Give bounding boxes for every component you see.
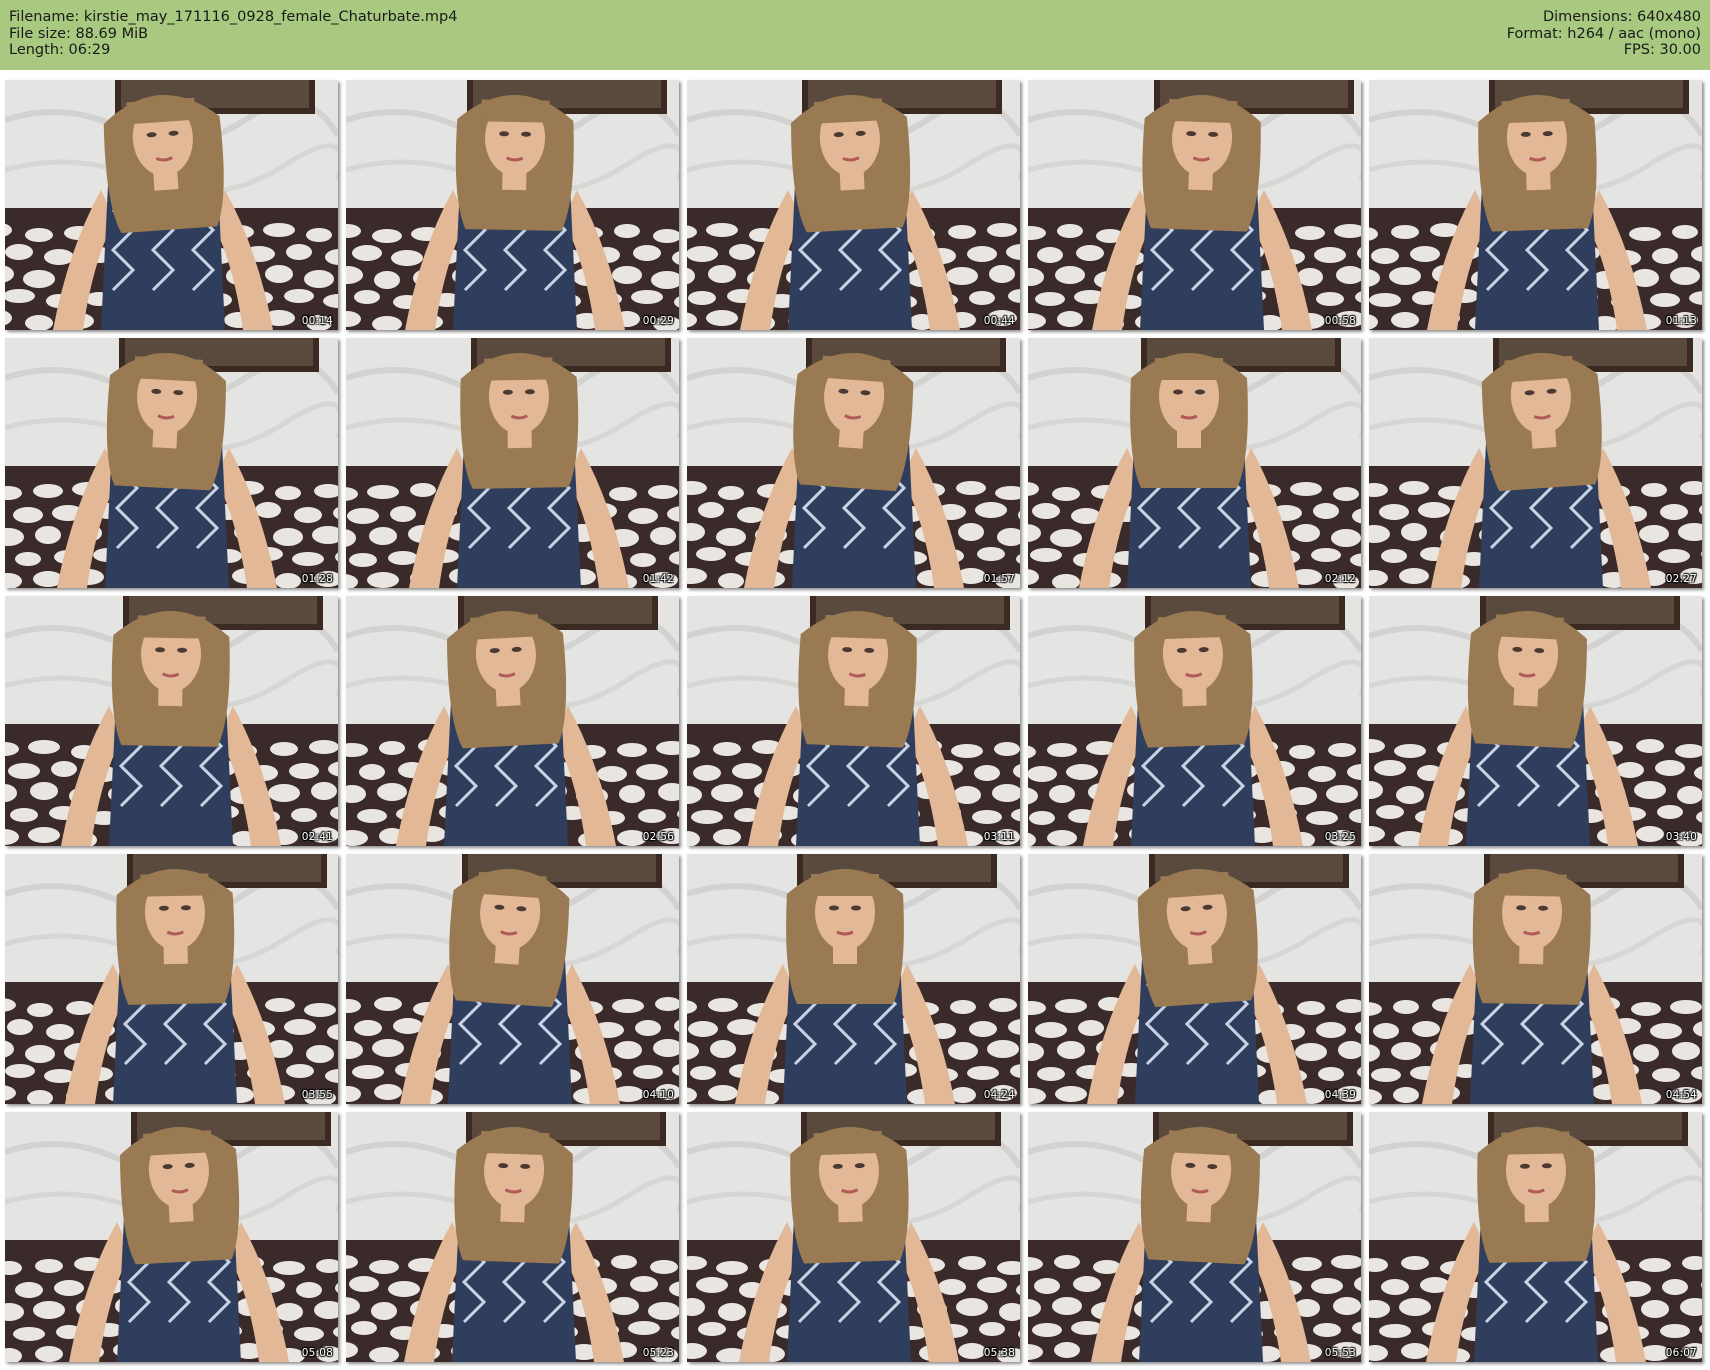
video-thumbnail[interactable]: 05:53 bbox=[1028, 1112, 1361, 1362]
thumbnail-frame-image bbox=[5, 80, 338, 330]
thumbnail-timestamp: 04:39 bbox=[1324, 1089, 1356, 1101]
thumbnail-timestamp: 05:38 bbox=[983, 1347, 1015, 1359]
video-thumbnail[interactable]: 01:28 bbox=[5, 338, 338, 588]
video-thumbnail[interactable]: 01:57 bbox=[687, 338, 1020, 588]
thumbnail-timestamp: 00:29 bbox=[642, 315, 674, 327]
thumbnail-frame-image bbox=[687, 338, 1020, 588]
thumbnail-frame-image bbox=[5, 338, 338, 588]
thumbnail-frame-image bbox=[1028, 854, 1361, 1104]
thumbnail-frame-image bbox=[1028, 596, 1361, 846]
thumbnail-frame-image bbox=[1369, 338, 1702, 588]
thumbnail-frame-image bbox=[5, 596, 338, 846]
thumbnail-frame-image bbox=[346, 596, 679, 846]
thumbnail-frame-image bbox=[346, 80, 679, 330]
thumbnail-frame-image bbox=[5, 1112, 338, 1362]
thumbnail-timestamp: 05:23 bbox=[642, 1347, 674, 1359]
video-thumbnail[interactable]: 03:40 bbox=[1369, 596, 1702, 846]
video-thumbnail[interactable]: 05:08 bbox=[5, 1112, 338, 1362]
video-thumbnail[interactable]: 04:24 bbox=[687, 854, 1020, 1104]
thumbnail-timestamp: 04:54 bbox=[1665, 1089, 1697, 1101]
thumbnail-timestamp: 01:28 bbox=[301, 573, 333, 585]
thumbnail-frame-image bbox=[1369, 1112, 1702, 1362]
thumbnail-timestamp: 03:25 bbox=[1324, 831, 1356, 843]
thumbnail-timestamp: 01:57 bbox=[983, 573, 1015, 585]
thumbnail-timestamp: 04:24 bbox=[983, 1089, 1015, 1101]
thumbnail-frame-image bbox=[1028, 338, 1361, 588]
thumbnail-timestamp: 02:27 bbox=[1665, 573, 1697, 585]
thumbnail-timestamp: 03:55 bbox=[301, 1089, 333, 1101]
thumbnail-grid: 00:14 00:29 00:44 00:58 01:13 01:28 01:42 01:57… bbox=[0, 0, 1710, 1370]
thumbnail-frame-image bbox=[687, 80, 1020, 330]
video-thumbnail[interactable]: 06:07 bbox=[1369, 1112, 1702, 1362]
video-thumbnail[interactable]: 01:42 bbox=[346, 338, 679, 588]
thumbnail-frame-image bbox=[687, 1112, 1020, 1362]
thumbnail-timestamp: 00:44 bbox=[983, 315, 1015, 327]
video-thumbnail[interactable]: 05:23 bbox=[346, 1112, 679, 1362]
thumbnail-frame-image bbox=[687, 854, 1020, 1104]
thumbnail-timestamp: 00:14 bbox=[301, 315, 333, 327]
video-thumbnail[interactable]: 00:44 bbox=[687, 80, 1020, 330]
thumbnail-timestamp: 04:10 bbox=[642, 1089, 674, 1101]
thumbnail-timestamp: 06:07 bbox=[1665, 1347, 1697, 1359]
video-thumbnail[interactable]: 00:29 bbox=[346, 80, 679, 330]
thumbnail-timestamp: 03:11 bbox=[983, 831, 1015, 843]
video-thumbnail[interactable]: 01:13 bbox=[1369, 80, 1702, 330]
video-thumbnail[interactable]: 04:39 bbox=[1028, 854, 1361, 1104]
video-thumbnail[interactable]: 02:56 bbox=[346, 596, 679, 846]
thumbnail-frame-image bbox=[346, 854, 679, 1104]
thumbnail-timestamp: 05:53 bbox=[1324, 1347, 1356, 1359]
thumbnail-timestamp: 01:13 bbox=[1665, 315, 1697, 327]
video-thumbnail[interactable]: 03:11 bbox=[687, 596, 1020, 846]
video-thumbnail[interactable]: 00:14 bbox=[5, 80, 338, 330]
thumbnail-timestamp: 02:12 bbox=[1324, 573, 1356, 585]
video-thumbnail[interactable]: 04:54 bbox=[1369, 854, 1702, 1104]
thumbnail-timestamp: 02:56 bbox=[642, 831, 674, 843]
video-thumbnail[interactable]: 00:58 bbox=[1028, 80, 1361, 330]
video-thumbnail[interactable]: 03:55 bbox=[5, 854, 338, 1104]
video-thumbnail[interactable]: 02:27 bbox=[1369, 338, 1702, 588]
thumbnail-frame-image bbox=[1369, 596, 1702, 846]
video-thumbnail[interactable]: 03:25 bbox=[1028, 596, 1361, 846]
thumbnail-timestamp: 01:42 bbox=[642, 573, 674, 585]
thumbnail-frame-image bbox=[346, 1112, 679, 1362]
thumbnail-timestamp: 00:58 bbox=[1324, 315, 1356, 327]
thumbnail-frame-image bbox=[346, 338, 679, 588]
thumbnail-frame-image bbox=[1028, 80, 1361, 330]
video-thumbnail[interactable]: 02:41 bbox=[5, 596, 338, 846]
thumbnail-timestamp: 05:08 bbox=[301, 1347, 333, 1359]
video-thumbnail[interactable]: 05:38 bbox=[687, 1112, 1020, 1362]
thumbnail-frame-image bbox=[687, 596, 1020, 846]
video-thumbnail[interactable]: 04:10 bbox=[346, 854, 679, 1104]
thumbnail-frame-image bbox=[1028, 1112, 1361, 1362]
thumbnail-frame-image bbox=[5, 854, 338, 1104]
thumbnail-frame-image bbox=[1369, 80, 1702, 330]
thumbnail-frame-image bbox=[1369, 854, 1702, 1104]
video-thumbnail[interactable]: 02:12 bbox=[1028, 338, 1361, 588]
thumbnail-timestamp: 02:41 bbox=[301, 831, 333, 843]
thumbnail-timestamp: 03:40 bbox=[1665, 831, 1697, 843]
